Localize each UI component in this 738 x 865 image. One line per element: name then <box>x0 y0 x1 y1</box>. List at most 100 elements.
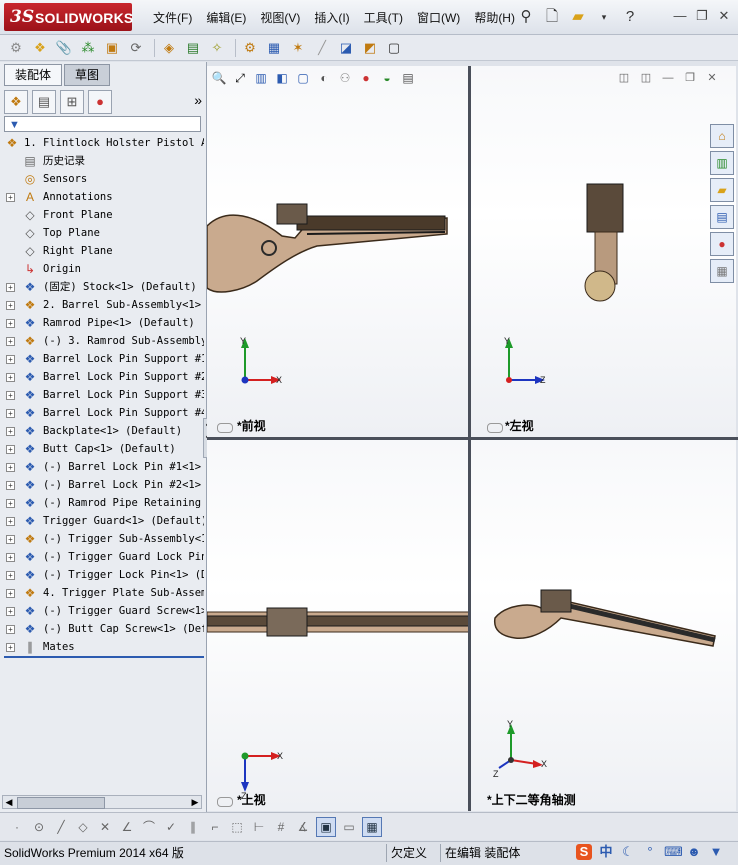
expand-toggle-icon[interactable]: + <box>6 445 15 454</box>
polygon-icon[interactable]: ◇ <box>74 818 92 836</box>
scroll-right-icon[interactable]: ▶ <box>189 796 201 808</box>
expand-toggle-icon[interactable]: + <box>6 391 15 400</box>
viewport-left[interactable]: Y Z *左视 <box>471 66 736 437</box>
tree-item[interactable]: + ❖ Backplate<1> (Default) <box>0 422 204 440</box>
dimension-icon[interactable]: ⊢ <box>250 818 268 836</box>
expand-toggle-icon[interactable]: + <box>6 499 15 508</box>
corner-icon[interactable]: ⌐ <box>206 818 224 836</box>
trim-icon[interactable]: ✕ <box>96 818 114 836</box>
viewport-horizontal-splitter[interactable] <box>207 437 738 440</box>
expand-toggle-icon[interactable]: + <box>6 535 15 544</box>
viewport-isometric[interactable]: Y X Z *上下二等角轴测 <box>471 440 736 811</box>
tree-item[interactable]: + ❖ (-) Butt Cap Screw<1> (Defa <box>0 620 204 638</box>
tree-item[interactable]: ▤ 历史记录 <box>0 152 204 170</box>
apply-scene-icon[interactable]: ◒ <box>378 69 396 87</box>
expand-toggle-icon[interactable]: + <box>6 571 15 580</box>
menu-file[interactable]: 文件(F) <box>146 9 199 29</box>
moon-icon[interactable]: ☾ <box>620 844 636 860</box>
tree-item[interactable]: + ❖ (-) 3. Ramrod Sub-Assembly< <box>0 332 204 350</box>
configuration-manager-icon[interactable]: ⊞ <box>60 90 84 114</box>
tree-item[interactable]: + ❖ Ramrod Pipe<1> (Default) <box>0 314 204 332</box>
parallel-icon[interactable]: ∥ <box>184 818 202 836</box>
mate-icon[interactable]: 📎 <box>54 38 74 58</box>
scrollbar-thumb[interactable] <box>17 797 105 809</box>
instant3d-icon[interactable]: ▢ <box>384 38 404 58</box>
point-icon[interactable]: · <box>8 818 26 836</box>
file-explorer-icon[interactable]: ▰ <box>710 178 734 202</box>
arc-icon[interactable]: ⌒ <box>140 818 158 836</box>
display-manager-icon[interactable]: ● <box>88 90 112 114</box>
angle-icon[interactable]: ∠ <box>118 818 136 836</box>
tree-item[interactable]: ◇ Front Plane <box>0 206 204 224</box>
link-views-icon[interactable] <box>487 423 503 433</box>
circle-center-icon[interactable]: ⊙ <box>30 818 48 836</box>
design-library-icon[interactable]: ▥ <box>710 151 734 175</box>
new-document-icon[interactable]: 🗋 <box>542 7 562 27</box>
tree-item[interactable]: + ❖ (-) Trigger Lock Pin<1> (De <box>0 566 204 584</box>
view-3d-icon[interactable]: ▣ <box>316 816 336 837</box>
viewport-top[interactable]: X Z *上视 <box>207 440 469 811</box>
view-orientation-icon[interactable]: ▢ <box>294 69 312 87</box>
tree-item[interactable]: + ∥ Mates <box>0 638 204 654</box>
tree-item[interactable]: + ❖ (-) Trigger Guard Lock Pin< <box>0 548 204 566</box>
show-hidden-icon[interactable]: ◈ <box>159 38 179 58</box>
expand-toggle-icon[interactable]: + <box>6 373 15 382</box>
expand-toggle-icon[interactable]: + <box>6 319 15 328</box>
close-icon[interactable]: ✕ <box>716 9 732 23</box>
tree-item[interactable]: + ❖ (固定) Stock<1> (Default) <box>0 278 204 296</box>
tab-assembly[interactable]: 装配体 <box>4 64 63 86</box>
help-icon[interactable]: ? <box>620 7 640 27</box>
property-manager-icon[interactable]: ▤ <box>32 90 56 114</box>
tree-item[interactable]: ◇ Right Plane <box>0 242 204 260</box>
menu-edit[interactable]: 编辑(E) <box>199 9 253 29</box>
minimize-icon[interactable]: — <box>672 9 688 23</box>
viewport-close-icon[interactable]: ✕ <box>704 71 720 85</box>
tab-sketch[interactable]: 草图 <box>64 64 111 86</box>
previous-view-icon[interactable]: ▥ <box>252 69 270 87</box>
insert-component-icon[interactable]: ❖ <box>30 38 50 58</box>
linear-pattern-icon[interactable]: ⁂ <box>78 38 98 58</box>
link-views-icon[interactable] <box>217 797 233 807</box>
solidworks-resources-icon[interactable]: ⌂ <box>710 124 734 148</box>
tree-item[interactable]: + ❖ Butt Cap<1> (Default) <box>0 440 204 458</box>
tree-item[interactable]: + ❖ Barrel Lock Pin Support #2< <box>0 368 204 386</box>
user-icon[interactable]: ☻ <box>686 844 702 860</box>
tree-item[interactable]: + ❖ 2. Barrel Sub-Assembly<1> <box>0 296 204 314</box>
new-motion-study-icon[interactable]: ⚙ <box>240 38 260 58</box>
shirt-icon[interactable]: ▼ <box>708 844 724 860</box>
tree-item[interactable]: + ❖ Barrel Lock Pin Support #1< <box>0 350 204 368</box>
expand-toggle-icon[interactable]: + <box>6 463 15 472</box>
ime-language[interactable]: 中 <box>598 844 614 860</box>
expand-toggle-icon[interactable]: + <box>6 283 15 292</box>
expand-toggle-icon[interactable]: + <box>6 193 15 202</box>
display-style-icon[interactable]: ◐ <box>315 69 333 87</box>
menu-window[interactable]: 窗口(W) <box>410 9 467 29</box>
tree-item[interactable]: + ❖ Trigger Guard<1> (Default) <box>0 512 204 530</box>
tree-item[interactable]: + A Annotations <box>0 188 204 206</box>
custom-properties-icon[interactable]: ▦ <box>710 259 734 283</box>
tree-item[interactable]: ❖ 1. Flintlock Holster Pistol As <box>0 134 204 152</box>
pin-icon[interactable]: ⚲ <box>516 7 536 27</box>
link-views-icon[interactable] <box>217 423 233 433</box>
menu-tools[interactable]: 工具(T) <box>357 9 410 29</box>
menu-insert[interactable]: 插入(I) <box>307 9 356 29</box>
tree-item[interactable]: ◎ Sensors <box>0 170 204 188</box>
punctuation-icon[interactable]: ° <box>642 844 658 860</box>
rollback-bar[interactable] <box>4 656 204 658</box>
expand-toggle-icon[interactable]: + <box>6 337 15 346</box>
feature-manager-icon[interactable]: ❖ <box>4 90 28 114</box>
viewport-minimize-icon[interactable]: — <box>660 71 676 85</box>
expand-toggle-icon[interactable]: + <box>6 625 15 634</box>
appearances-icon[interactable]: ● <box>710 232 734 256</box>
sogou-ime-logo[interactable]: S <box>576 844 592 860</box>
viewport-front[interactable]: Y X *前视 <box>207 66 469 437</box>
tree-item[interactable]: + ❖ (-) Barrel Lock Pin #2<1> <box>0 476 204 494</box>
edit-component-icon[interactable]: ⚙ <box>6 38 26 58</box>
explode-line-icon[interactable]: ╱ <box>312 38 332 58</box>
bill-of-materials-icon[interactable]: ▦ <box>264 38 284 58</box>
view-palette-icon[interactable]: ▤ <box>710 205 734 229</box>
line-icon[interactable]: ╱ <box>52 818 70 836</box>
single-view-icon[interactable]: ▭ <box>340 818 358 836</box>
tree-item[interactable]: + ❖ Barrel Lock Pin Support #4< <box>0 404 204 422</box>
assembly-features-icon[interactable]: ▤ <box>183 38 203 58</box>
